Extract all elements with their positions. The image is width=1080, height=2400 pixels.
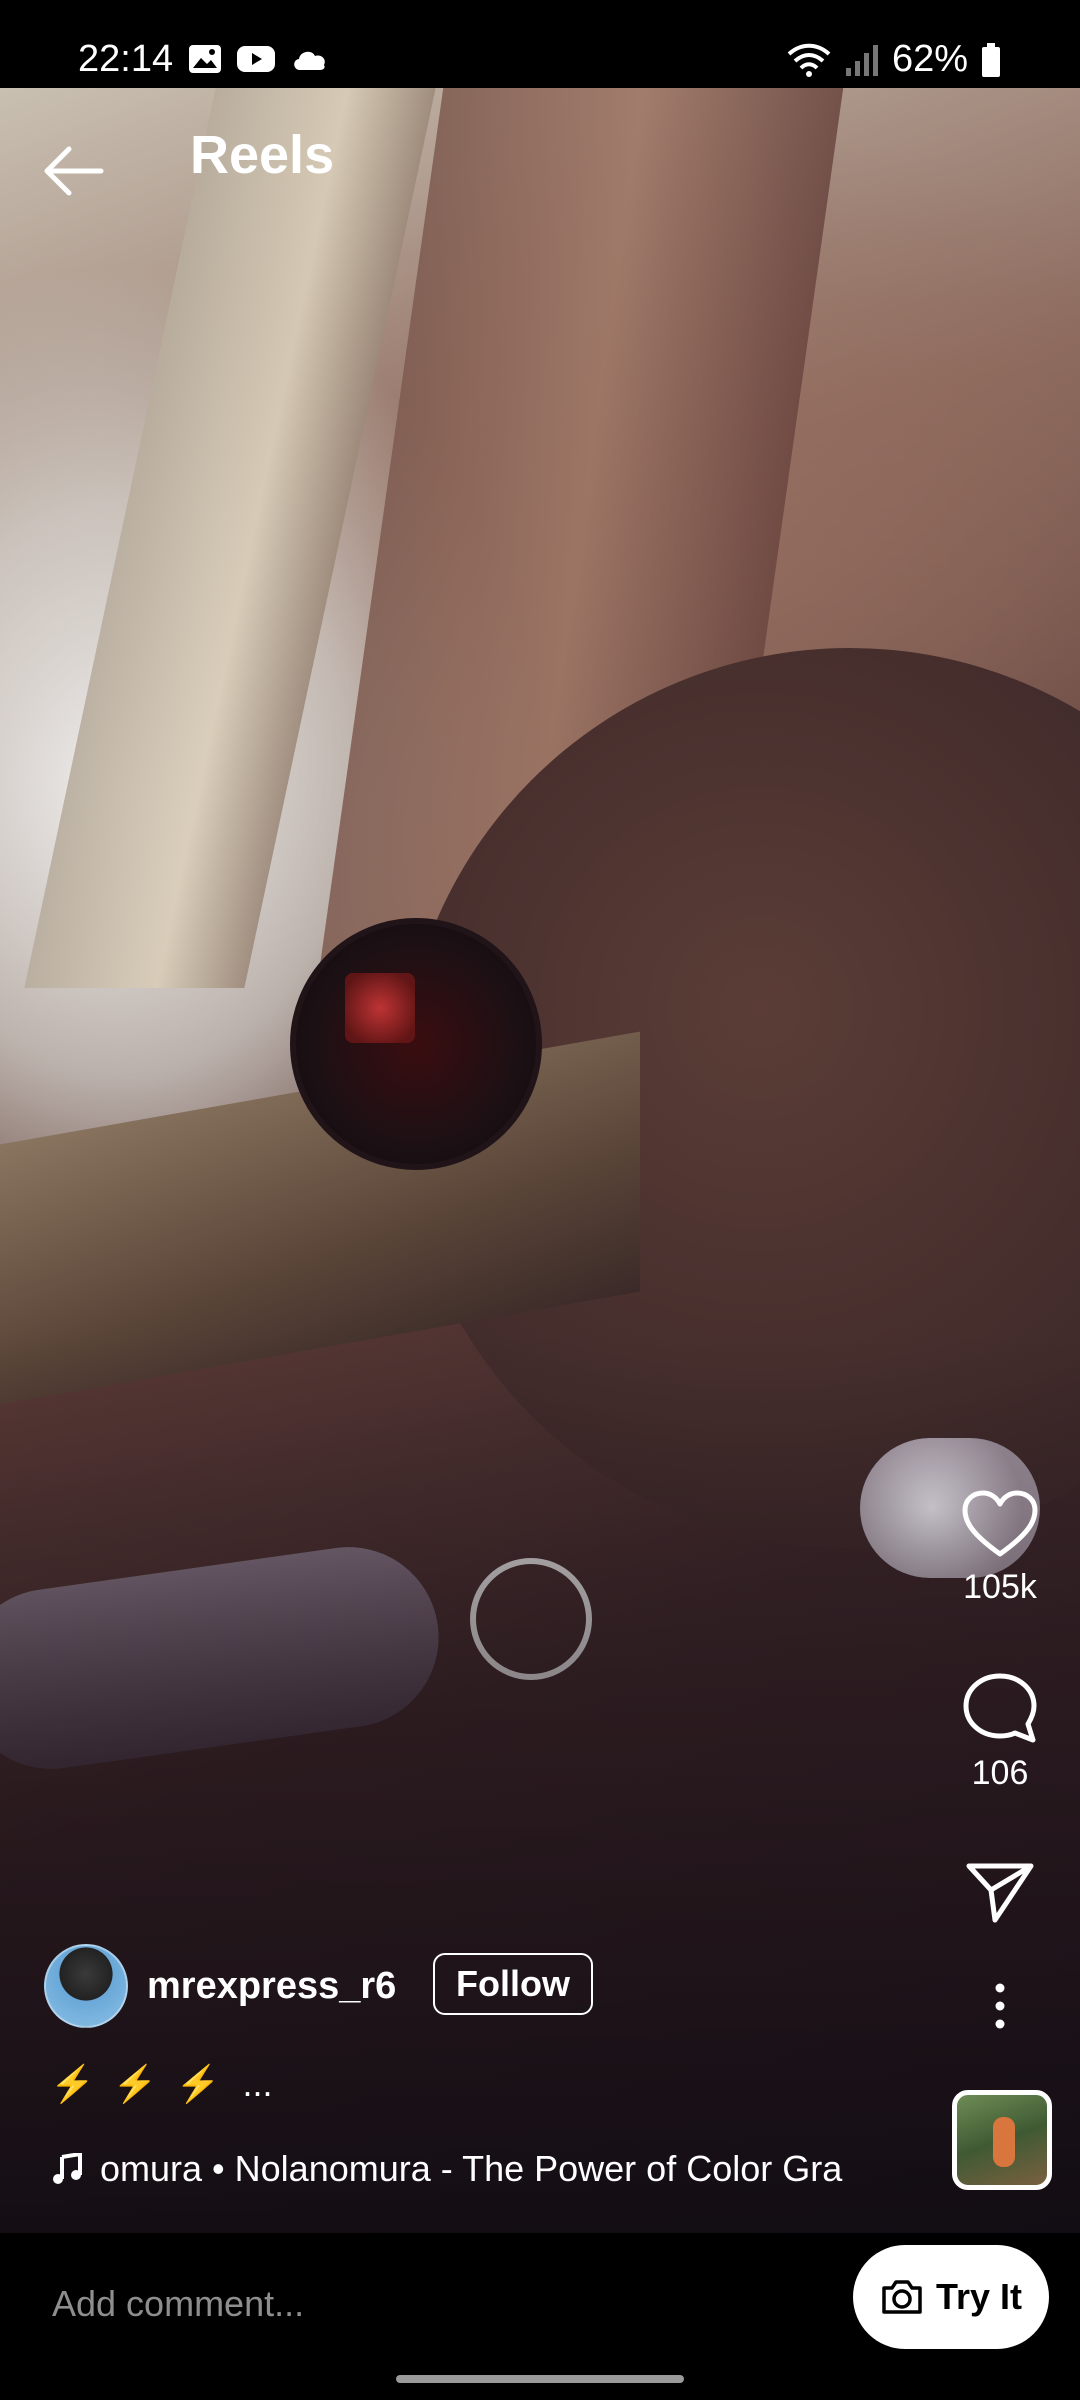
try-it-button[interactable]: Try It (853, 2245, 1049, 2349)
like-button[interactable]: 105k (930, 1490, 1070, 1607)
video-dashboard-display (345, 973, 415, 1043)
audio-thumbnail-figure (993, 2117, 1015, 2167)
try-it-label: Try It (935, 2276, 1023, 2317)
comment-count: 106 (971, 1754, 1029, 1792)
caption-more[interactable]: ... (242, 2063, 272, 2104)
music-note-icon (53, 2153, 82, 2184)
caption[interactable]: ⚡ ⚡ ⚡... (50, 2063, 273, 2105)
wifi-icon (787, 43, 831, 77)
follow-button[interactable]: Follow (433, 1953, 593, 2015)
reels-header (0, 88, 1080, 238)
comment-bubble-icon (963, 1673, 1037, 1743)
avatar[interactable] (44, 1944, 128, 2028)
share-button[interactable] (930, 1860, 1070, 1924)
camera-icon (882, 2280, 922, 2314)
status-icons-left (188, 44, 330, 74)
more-vertical-icon (995, 1983, 1005, 2029)
music-info[interactable]: omura • Nolanomura - The Power of Color … (52, 2148, 912, 2190)
status-icons-right: 62% (786, 38, 1002, 81)
video-dashboard (290, 918, 542, 1170)
heart-icon (962, 1490, 1038, 1557)
status-bar: 22:14 62% (0, 0, 1080, 88)
signal-icon (845, 44, 878, 76)
page-title: Reels (190, 125, 335, 185)
caption-text: ⚡ ⚡ ⚡ (50, 2063, 225, 2104)
cloud-icon (294, 51, 325, 70)
gallery-icon (189, 45, 221, 73)
audio-thumbnail[interactable] (952, 2090, 1052, 2190)
arrow-left-icon (44, 146, 104, 196)
more-options-button[interactable] (930, 1982, 1070, 2030)
reel-video[interactable] (0, 88, 1080, 2233)
battery-icon (982, 42, 1000, 77)
back-button[interactable] (38, 136, 108, 206)
status-time: 22:14 (78, 38, 174, 80)
home-indicator[interactable] (396, 2375, 684, 2383)
like-count: 105k (963, 1568, 1037, 1606)
music-title: omura • Nolanomura - The Power of Color … (100, 2148, 843, 2189)
username[interactable]: mrexpress_r6 (147, 1965, 396, 2008)
paper-plane-icon (966, 1863, 1034, 1923)
youtube-icon (237, 46, 275, 72)
comment-input[interactable]: Add comment... (52, 2283, 304, 2325)
battery-percentage: 62% (891, 38, 968, 80)
comment-button[interactable]: 106 (930, 1672, 1070, 1793)
